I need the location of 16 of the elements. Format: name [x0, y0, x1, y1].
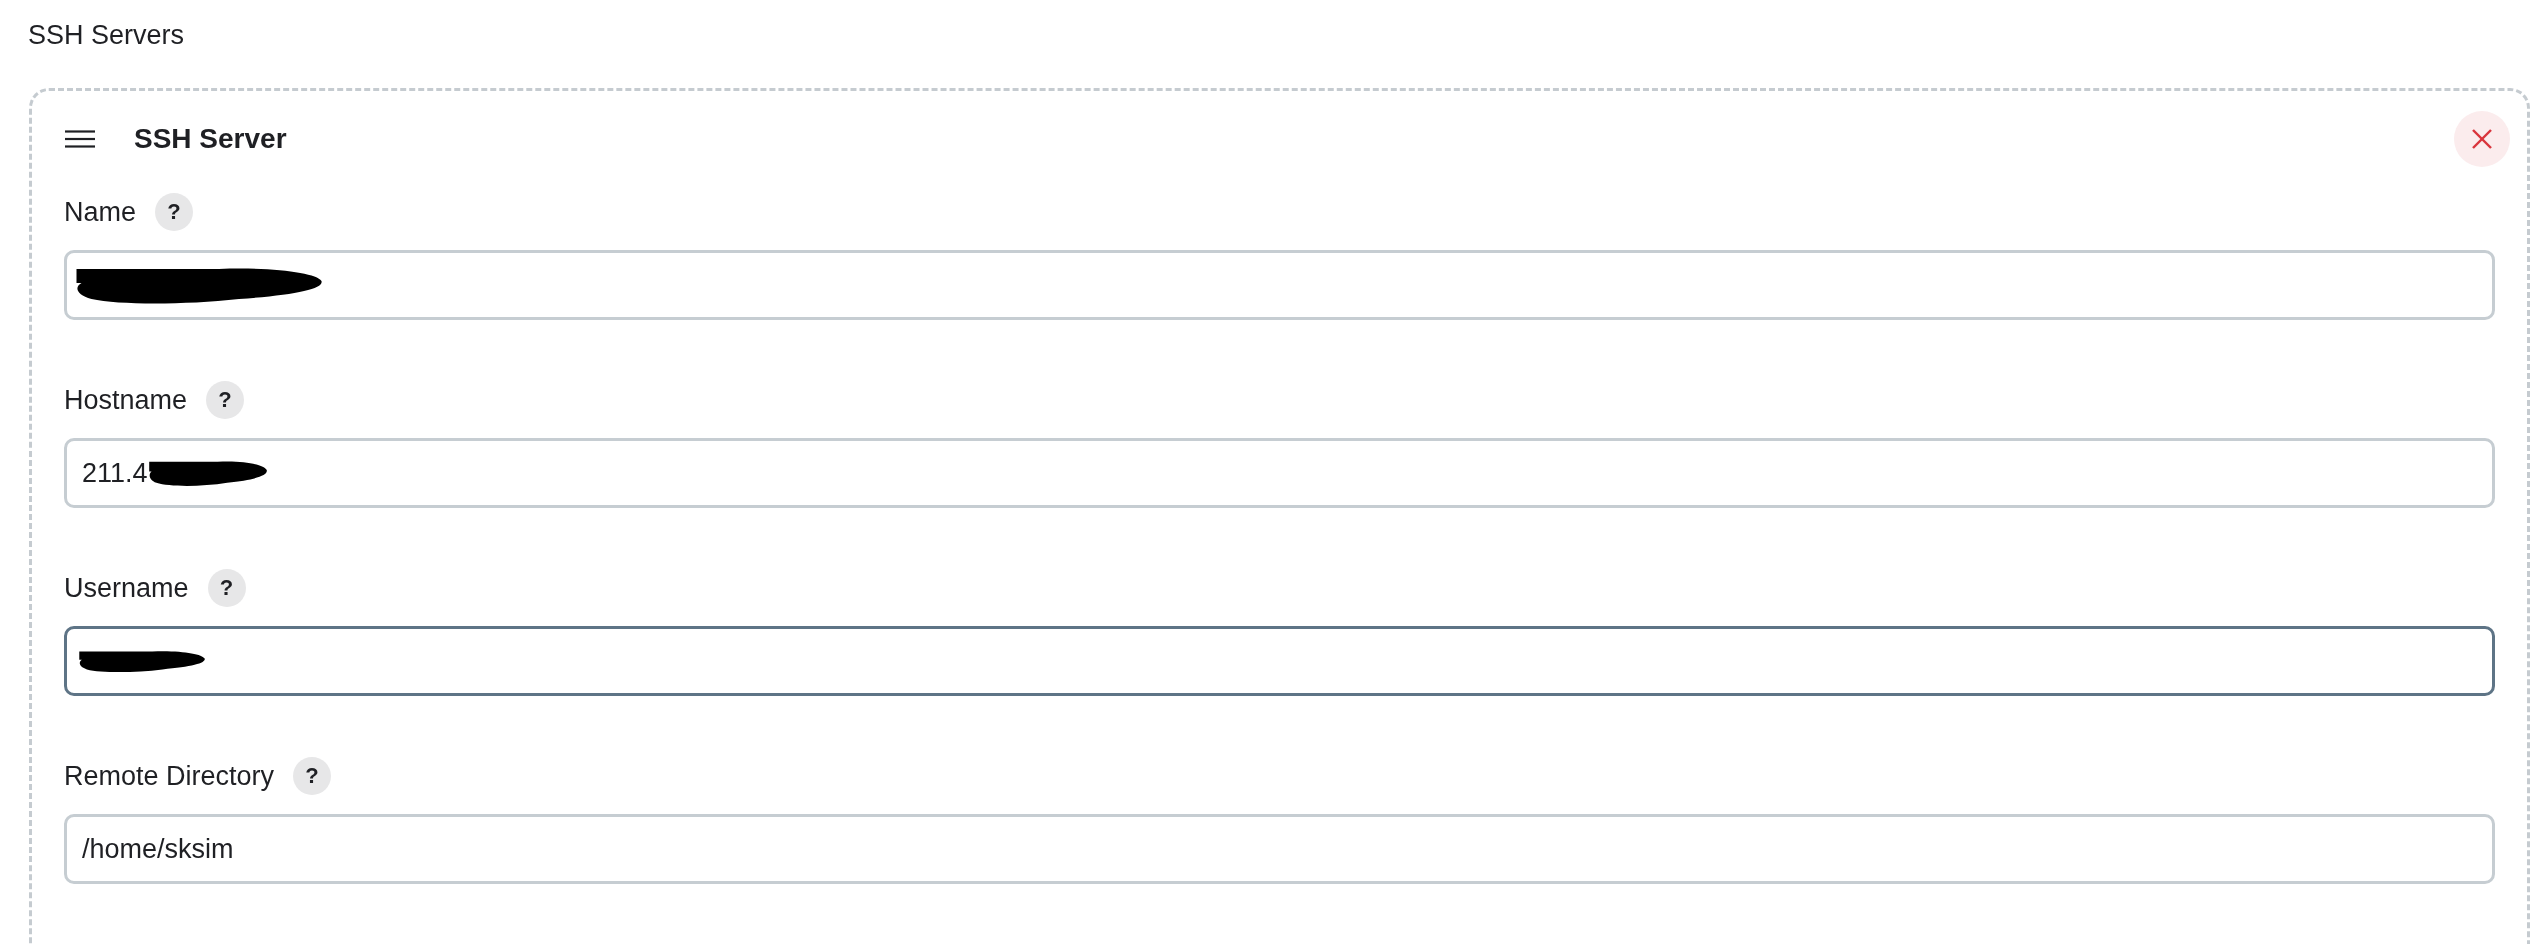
- section-title: SSH Servers: [28, 19, 185, 52]
- help-button[interactable]: ?: [293, 757, 332, 795]
- help-button[interactable]: ?: [155, 193, 194, 231]
- drag-handle-icon[interactable]: [65, 130, 95, 148]
- help-button[interactable]: ?: [206, 381, 245, 419]
- field-label: Remote Directory: [64, 760, 275, 793]
- close-icon: [2472, 129, 2492, 149]
- help-button[interactable]: ?: [207, 569, 246, 607]
- close-button[interactable]: [2454, 111, 2510, 167]
- field-label: Hostname: [64, 384, 188, 417]
- text-field[interactable]: [64, 626, 2495, 696]
- field-label: Username: [64, 572, 189, 605]
- text-field[interactable]: /home/sksim: [64, 814, 2495, 884]
- field-label: Name: [64, 196, 137, 229]
- text-field[interactable]: 211.4: [64, 438, 2495, 508]
- card-title: SSH Server: [134, 122, 287, 156]
